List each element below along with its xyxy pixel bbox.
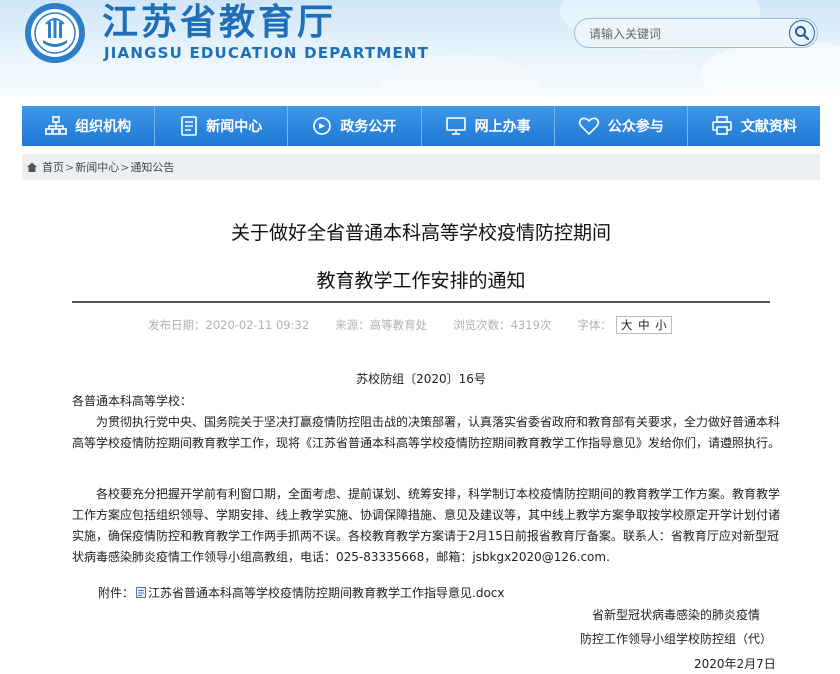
search-button[interactable] — [789, 20, 815, 46]
attachment: 附件： 江苏省普通本科高等学校疫情防控期间教育教学工作指导意见.docx — [98, 584, 505, 601]
word-file-icon — [136, 587, 147, 598]
breadcrumb-home[interactable]: 首页 — [42, 159, 64, 175]
source-value: 高等教育处 — [369, 318, 428, 332]
fontsize-switcher: 大 中 小 — [615, 316, 672, 334]
article-title-line-1: 关于做好全省普通本科高等学校疫情防控期间 — [230, 222, 611, 244]
site-title: 江苏省教育厅 — [102, 2, 337, 43]
site-title-english: JIANGSU EDUCATION DEPARTMENT — [104, 44, 430, 62]
document-icon — [181, 116, 198, 136]
search-box — [574, 18, 818, 48]
nav-label: 网上办事 — [474, 119, 531, 135]
nav-item-literature[interactable]: 文献资料 — [688, 106, 820, 146]
breadcrumb-news-center[interactable]: 新闻中心 — [75, 159, 119, 175]
government-icon — [313, 117, 332, 135]
heart-icon — [578, 117, 599, 136]
nav-label: 新闻中心 — [206, 119, 263, 135]
nav-label: 组织机构 — [75, 119, 132, 135]
title-divider — [72, 301, 770, 303]
article-content: 关于做好全省普通本科高等学校疫情防控期间 教育教学工作安排的通知 发布日期： 2… — [22, 188, 820, 674]
jiangsu-education-emblem-icon[interactable] — [24, 2, 86, 64]
org-chart-icon — [45, 116, 67, 135]
breadcrumb-notices[interactable]: 通知公告 — [130, 159, 174, 175]
breadcrumb: 首页 > 新闻中心 > 通知公告 — [22, 154, 820, 180]
breadcrumb-separator: > — [120, 160, 130, 174]
main-nav: 组织机构 新闻中心 政务公开 网上办事 公众参与 文献资料 — [22, 106, 820, 146]
fontsize-large[interactable]: 大 — [621, 318, 633, 332]
attachment-link[interactable]: 江苏省普通本科高等学校疫情防控期间教育教学工作指导意见.docx — [148, 584, 504, 601]
nav-item-news[interactable]: 新闻中心 — [155, 106, 289, 146]
signature-org-line-1: 省新型冠状病毒感染的肺炎疫情 — [592, 608, 761, 622]
search-icon — [795, 26, 810, 41]
fontsize-medium[interactable]: 中 — [638, 318, 650, 332]
header-cloud-decoration — [700, 40, 840, 96]
publish-date-label: 发布日期： — [148, 318, 206, 332]
document-number: 苏校防组〔2020〕16号 — [356, 372, 486, 386]
fontsize-label: 字体： — [577, 318, 612, 332]
source-label: 来源： — [335, 318, 370, 332]
paragraph-1: 为贯彻执行党中央、国务院关于坚决打赢疫情防控阻击战的决策部署，认真落实省委省政府… — [72, 415, 781, 450]
nav-item-public-participation[interactable]: 公众参与 — [555, 106, 688, 146]
article-title-line-2: 教育教学工作安排的通知 — [316, 270, 526, 292]
paragraph-2: 各校要充分把握开学前有利窗口期，全面考虑、提前谋划、统筹安排，科学制订本校疫情防… — [72, 487, 781, 564]
monitor-icon — [445, 117, 466, 135]
search-input[interactable] — [587, 22, 781, 46]
breadcrumb-separator: > — [65, 160, 75, 174]
printer-icon — [712, 116, 732, 135]
nav-item-online-service[interactable]: 网上办事 — [422, 106, 555, 146]
publish-date: 2020-02-11 09:32 — [205, 318, 310, 332]
site-header: 江苏省教育厅 JIANGSU EDUCATION DEPARTMENT — [0, 0, 840, 96]
nav-item-organization[interactable]: 组织机构 — [22, 106, 156, 146]
views-label: 浏览次数： — [453, 318, 511, 332]
signature-date: 2020年2月7日 — [694, 657, 776, 671]
nav-item-government[interactable]: 政务公开 — [288, 106, 422, 146]
home-icon — [27, 162, 37, 172]
article-meta: 发布日期： 2020-02-11 09:32 来源： 高等教育处 浏览次数： 4… — [148, 316, 672, 334]
signature-org-line-2: 防控工作领导小组学校防控组（代） — [580, 632, 773, 646]
views-count: 4319次 — [510, 318, 552, 332]
attachment-label: 附件： — [98, 586, 135, 600]
fontsize-small[interactable]: 小 — [655, 318, 667, 332]
nav-label: 政务公开 — [340, 119, 397, 135]
salutation: 各普通本科高等学校： — [72, 394, 193, 408]
nav-label: 公众参与 — [607, 119, 664, 135]
nav-label: 文献资料 — [740, 119, 797, 135]
